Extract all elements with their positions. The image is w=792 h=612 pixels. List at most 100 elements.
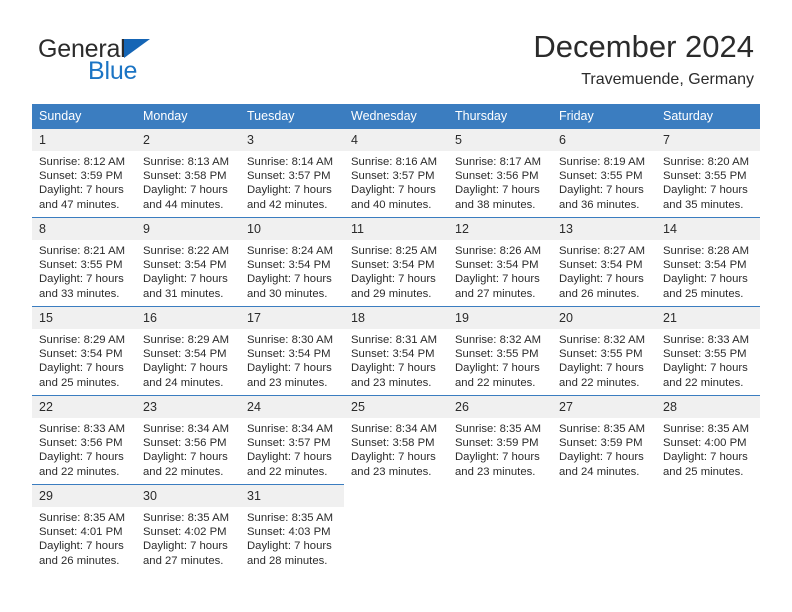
- day-details: Sunrise: 8:19 AM Sunset: 3:55 PM Daylight:…: [552, 151, 656, 212]
- sunset-text: Sunset: 3:54 PM: [143, 259, 227, 272]
- generalblue-logo[interactable]: General Blue: [38, 36, 278, 88]
- day-cell[interactable]: 30 Sunrise: 8:35 AM Sunset: 4:02 PM Dayligh…: [136, 484, 240, 573]
- day-details: Sunrise: 8:21 AM Sunset: 3:55 PM Daylight:…: [32, 240, 136, 301]
- sunrise-text: Sunrise: 8:27 AM: [559, 245, 646, 257]
- sunset-text: Sunset: 3:57 PM: [351, 170, 435, 183]
- daylight-text-line2: and 27 minutes.: [143, 554, 224, 567]
- calendar-week-row: 29 Sunrise: 8:35 AM Sunset: 4:01 PM Dayligh…: [32, 484, 760, 573]
- day-cell[interactable]: 8 Sunrise: 8:21 AM Sunset: 3:55 PM Daylight…: [32, 217, 136, 306]
- day-cell[interactable]: 17 Sunrise: 8:30 AM Sunset: 3:54 PM Dayligh…: [240, 306, 344, 395]
- day-cell[interactable]: 29 Sunrise: 8:35 AM Sunset: 4:01 PM Dayligh…: [32, 484, 136, 573]
- day-cell[interactable]: 16 Sunrise: 8:29 AM Sunset: 3:54 PM Dayligh…: [136, 306, 240, 395]
- sunset-text: Sunset: 3:56 PM: [143, 437, 227, 450]
- day-details: Sunrise: 8:26 AM Sunset: 3:54 PM Daylight:…: [448, 240, 552, 301]
- sunrise-text: Sunrise: 8:33 AM: [663, 334, 750, 346]
- sunrise-text: Sunrise: 8:30 AM: [247, 334, 334, 346]
- logo-text-blue: Blue: [88, 57, 138, 85]
- daylight-text-line1: Daylight: 7 hours: [247, 273, 332, 286]
- weekday-header-sunday: Sunday: [32, 104, 136, 128]
- day-cell[interactable]: 13 Sunrise: 8:27 AM Sunset: 3:54 PM Dayligh…: [552, 217, 656, 306]
- sunrise-text: Sunrise: 8:28 AM: [663, 245, 750, 257]
- day-number: 13: [552, 218, 656, 240]
- day-number: 3: [240, 129, 344, 151]
- triangle-icon: [124, 39, 150, 58]
- sunset-text: Sunset: 3:54 PM: [39, 348, 123, 361]
- sunset-text: Sunset: 3:54 PM: [455, 259, 539, 272]
- day-details: Sunrise: 8:31 AM Sunset: 3:54 PM Daylight:…: [344, 329, 448, 390]
- day-number: 28: [656, 396, 760, 418]
- day-cell[interactable]: 15 Sunrise: 8:29 AM Sunset: 3:54 PM Dayligh…: [32, 306, 136, 395]
- daylight-text-line2: and 27 minutes.: [455, 287, 536, 300]
- day-cell[interactable]: 4 Sunrise: 8:16 AM Sunset: 3:57 PM Daylight…: [344, 128, 448, 217]
- weekday-header-monday: Monday: [136, 104, 240, 128]
- day-details: Sunrise: 8:13 AM Sunset: 3:58 PM Daylight:…: [136, 151, 240, 212]
- day-details: Sunrise: 8:33 AM Sunset: 3:56 PM Daylight:…: [32, 418, 136, 479]
- day-cell[interactable]: 21 Sunrise: 8:33 AM Sunset: 3:55 PM Dayligh…: [656, 306, 760, 395]
- daylight-text-line1: Daylight: 7 hours: [351, 273, 436, 286]
- day-details: Sunrise: 8:16 AM Sunset: 3:57 PM Daylight:…: [344, 151, 448, 212]
- daylight-text-line2: and 30 minutes.: [247, 287, 328, 300]
- day-cell[interactable]: 1 Sunrise: 8:12 AM Sunset: 3:59 PM Daylight…: [32, 128, 136, 217]
- daylight-text-line1: Daylight: 7 hours: [39, 362, 124, 375]
- daylight-text-line1: Daylight: 7 hours: [559, 451, 644, 464]
- day-details: Sunrise: 8:35 AM Sunset: 3:59 PM Daylight:…: [552, 418, 656, 479]
- day-cell[interactable]: 3 Sunrise: 8:14 AM Sunset: 3:57 PM Daylight…: [240, 128, 344, 217]
- weekday-header-wednesday: Wednesday: [344, 104, 448, 128]
- sunrise-text: Sunrise: 8:25 AM: [351, 245, 438, 257]
- day-details: Sunrise: 8:24 AM Sunset: 3:54 PM Daylight:…: [240, 240, 344, 301]
- day-cell[interactable]: 22 Sunrise: 8:33 AM Sunset: 3:56 PM Dayligh…: [32, 395, 136, 484]
- title-block: December 2024 Travemuende, Germany: [533, 28, 754, 90]
- daylight-text-line2: and 47 minutes.: [39, 198, 120, 211]
- day-cell[interactable]: 10 Sunrise: 8:24 AM Sunset: 3:54 PM Dayligh…: [240, 217, 344, 306]
- day-details: Sunrise: 8:22 AM Sunset: 3:54 PM Daylight:…: [136, 240, 240, 301]
- daylight-text-line1: Daylight: 7 hours: [559, 184, 644, 197]
- day-number: 7: [656, 129, 760, 151]
- day-cell[interactable]: 5 Sunrise: 8:17 AM Sunset: 3:56 PM Daylight…: [448, 128, 552, 217]
- sunset-text: Sunset: 3:56 PM: [39, 437, 123, 450]
- daylight-text-line1: Daylight: 7 hours: [455, 273, 540, 286]
- weekday-header-tuesday: Tuesday: [240, 104, 344, 128]
- sunrise-text: Sunrise: 8:34 AM: [351, 423, 438, 435]
- sunset-text: Sunset: 3:55 PM: [559, 348, 643, 361]
- day-number: 5: [448, 129, 552, 151]
- day-cell[interactable]: 12 Sunrise: 8:26 AM Sunset: 3:54 PM Dayligh…: [448, 217, 552, 306]
- day-cell[interactable]: 14 Sunrise: 8:28 AM Sunset: 3:54 PM Dayligh…: [656, 217, 760, 306]
- daylight-text-line1: Daylight: 7 hours: [455, 362, 540, 375]
- calendar-week-row: 8 Sunrise: 8:21 AM Sunset: 3:55 PM Daylight…: [32, 217, 760, 306]
- day-cell[interactable]: 28 Sunrise: 8:35 AM Sunset: 4:00 PM Dayligh…: [656, 395, 760, 484]
- day-cell[interactable]: 25 Sunrise: 8:34 AM Sunset: 3:58 PM Dayligh…: [344, 395, 448, 484]
- daylight-text-line2: and 22 minutes.: [559, 376, 640, 389]
- daylight-text-line1: Daylight: 7 hours: [455, 451, 540, 464]
- weekday-header-friday: Friday: [552, 104, 656, 128]
- day-cell[interactable]: 6 Sunrise: 8:19 AM Sunset: 3:55 PM Daylight…: [552, 128, 656, 217]
- day-cell[interactable]: 23 Sunrise: 8:34 AM Sunset: 3:56 PM Dayligh…: [136, 395, 240, 484]
- day-cell[interactable]: 20 Sunrise: 8:32 AM Sunset: 3:55 PM Dayligh…: [552, 306, 656, 395]
- daylight-text-line1: Daylight: 7 hours: [247, 451, 332, 464]
- daylight-text-line1: Daylight: 7 hours: [247, 540, 332, 553]
- day-cell[interactable]: 24 Sunrise: 8:34 AM Sunset: 3:57 PM Dayligh…: [240, 395, 344, 484]
- day-number: 4: [344, 129, 448, 151]
- calendar-body: 1 Sunrise: 8:12 AM Sunset: 3:59 PM Daylight…: [32, 128, 760, 573]
- sunrise-text: Sunrise: 8:19 AM: [559, 156, 646, 168]
- sunrise-text: Sunrise: 8:34 AM: [247, 423, 334, 435]
- day-details: Sunrise: 8:35 AM Sunset: 4:01 PM Daylight:…: [32, 507, 136, 568]
- daylight-text-line1: Daylight: 7 hours: [143, 362, 228, 375]
- day-cell[interactable]: 19 Sunrise: 8:32 AM Sunset: 3:55 PM Dayligh…: [448, 306, 552, 395]
- day-number: 19: [448, 307, 552, 329]
- sunrise-text: Sunrise: 8:21 AM: [39, 245, 126, 257]
- day-cell[interactable]: 26 Sunrise: 8:35 AM Sunset: 3:59 PM Dayligh…: [448, 395, 552, 484]
- daylight-text-line1: Daylight: 7 hours: [39, 273, 124, 286]
- day-cell[interactable]: 2 Sunrise: 8:13 AM Sunset: 3:58 PM Daylight…: [136, 128, 240, 217]
- day-cell[interactable]: 9 Sunrise: 8:22 AM Sunset: 3:54 PM Daylight…: [136, 217, 240, 306]
- day-details: Sunrise: 8:20 AM Sunset: 3:55 PM Daylight:…: [656, 151, 760, 212]
- day-number: 31: [240, 485, 344, 507]
- day-cell[interactable]: 7 Sunrise: 8:20 AM Sunset: 3:55 PM Daylight…: [656, 128, 760, 217]
- day-cell[interactable]: 27 Sunrise: 8:35 AM Sunset: 3:59 PM Dayligh…: [552, 395, 656, 484]
- day-cell[interactable]: 18 Sunrise: 8:31 AM Sunset: 3:54 PM Dayligh…: [344, 306, 448, 395]
- sunrise-text: Sunrise: 8:34 AM: [143, 423, 230, 435]
- day-number: 27: [552, 396, 656, 418]
- sunset-text: Sunset: 3:57 PM: [247, 437, 331, 450]
- daylight-text-line1: Daylight: 7 hours: [663, 362, 748, 375]
- day-cell[interactable]: 11 Sunrise: 8:25 AM Sunset: 3:54 PM Dayligh…: [344, 217, 448, 306]
- day-cell[interactable]: 31 Sunrise: 8:35 AM Sunset: 4:03 PM Dayligh…: [240, 484, 344, 573]
